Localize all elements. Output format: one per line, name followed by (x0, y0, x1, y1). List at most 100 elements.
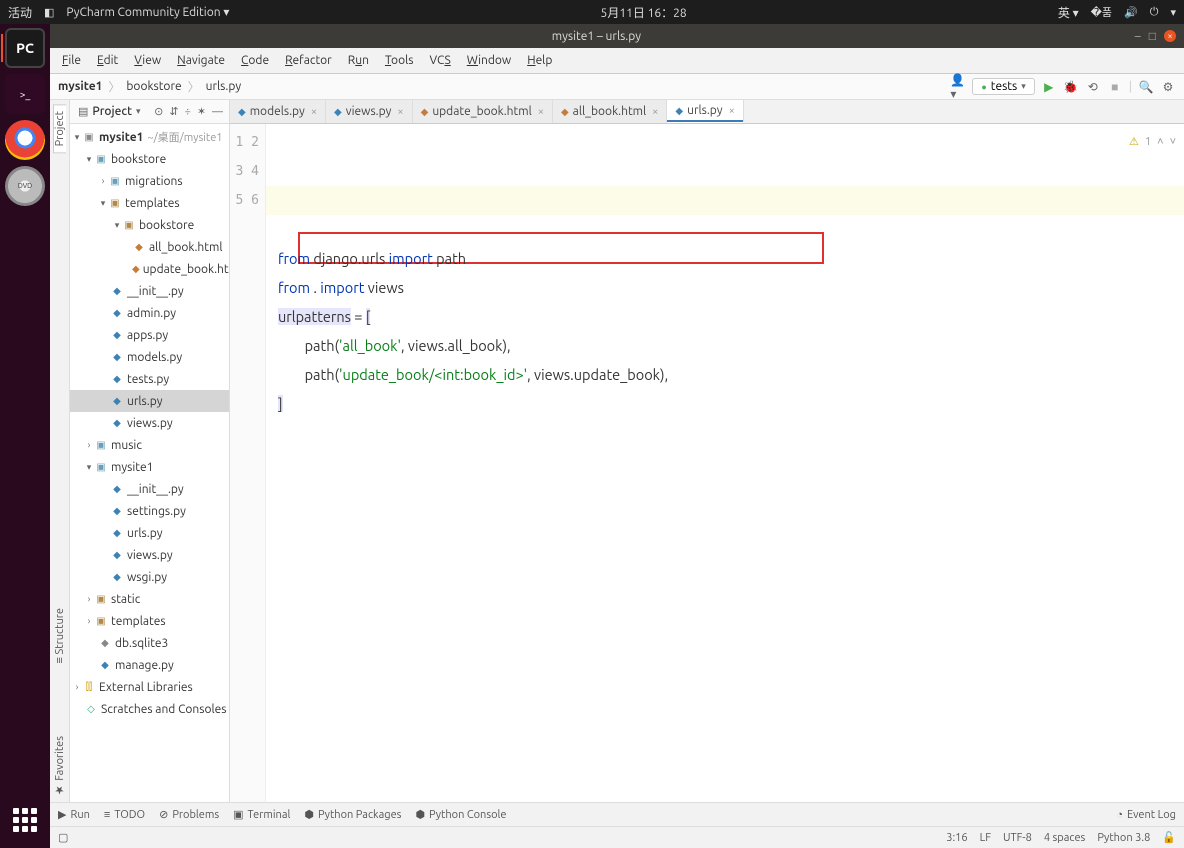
tree-scratches[interactable]: ◇Scratches and Consoles (70, 698, 229, 720)
chevron-down-icon[interactable]: ▾ (136, 106, 141, 117)
add-user-icon[interactable]: 👤▾ (950, 79, 966, 95)
launcher-pycharm[interactable]: PC (5, 28, 45, 68)
activities-button[interactable]: 活动 (8, 4, 32, 21)
tree-dir-templates[interactable]: ▾▣templates (70, 192, 229, 214)
close-icon[interactable]: × (397, 106, 403, 118)
show-applications-button[interactable] (0, 800, 50, 840)
lock-icon[interactable]: 🔓 (1162, 831, 1176, 844)
tab-models[interactable]: ◆models.py× (230, 100, 326, 123)
tab-views[interactable]: ◆views.py× (326, 100, 413, 123)
debug-button[interactable]: 🐞 (1063, 79, 1079, 95)
menu-edit[interactable]: Edit (91, 52, 124, 69)
bottom-python-packages[interactable]: ⬢Python Packages (304, 808, 401, 821)
window-close-button[interactable]: × (1164, 30, 1176, 42)
tree-file-db[interactable]: ◆db.sqlite3 (70, 632, 229, 654)
collapse-all-icon[interactable]: ÷ (185, 106, 191, 118)
tree-external-libraries[interactable]: ›⫿⫿External Libraries (70, 676, 229, 698)
sidetab-favorites[interactable]: ★ Favorites (53, 730, 66, 802)
project-tree[interactable]: ▾▣mysite1~/桌面/mysite1 ▾▣bookstore ›▣migr… (70, 124, 229, 802)
menu-file[interactable]: File (56, 52, 87, 69)
status-position[interactable]: 3:16 (946, 832, 967, 844)
tree-dir-bookstore[interactable]: ▾▣bookstore (70, 148, 229, 170)
tree-file-views2[interactable]: ◆views.py (70, 544, 229, 566)
tab-update-book-html[interactable]: ◆update_book.html× (413, 100, 553, 123)
tree-file-manage[interactable]: ◆manage.py (70, 654, 229, 676)
stop-button[interactable]: ■ (1107, 79, 1123, 95)
bottom-event-log[interactable]: ◔Event Log (1116, 809, 1176, 821)
launcher-dvd[interactable]: DVD (5, 166, 45, 206)
tree-file-apps[interactable]: ◆apps.py (70, 324, 229, 346)
close-icon[interactable]: × (729, 105, 735, 117)
menu-tools[interactable]: Tools (379, 52, 420, 69)
window-maximize-button[interactable]: □ (1149, 29, 1156, 43)
power-icon[interactable]: ⏻ (1150, 6, 1159, 19)
menu-run[interactable]: Run (342, 52, 375, 69)
tree-dir-music[interactable]: ›▣music (70, 434, 229, 456)
sidetab-structure[interactable]: ≡ Structure (54, 602, 66, 669)
input-method-indicator[interactable]: 英 ▾ (1058, 4, 1079, 21)
status-line-separator[interactable]: LF (980, 832, 991, 844)
breadcrumb-folder[interactable]: bookstore (126, 80, 181, 93)
menu-window[interactable]: Window (461, 52, 517, 69)
tree-dir-mysite1[interactable]: ▾▣mysite1 (70, 456, 229, 478)
menu-view[interactable]: View (128, 52, 167, 69)
bottom-python-console[interactable]: ⬢Python Console (415, 808, 506, 821)
run-config-selector[interactable]: ● tests ▾ (972, 78, 1034, 95)
tree-file-all-book-html[interactable]: ◆all_book.html (70, 236, 229, 258)
tree-file-views[interactable]: ◆views.py (70, 412, 229, 434)
bottom-terminal[interactable]: ▣Terminal (233, 808, 290, 821)
tree-root[interactable]: ▾▣mysite1~/桌面/mysite1 (70, 126, 229, 148)
hide-icon[interactable]: — (212, 106, 223, 118)
tree-file-models[interactable]: ◆models.py (70, 346, 229, 368)
status-indent[interactable]: 4 spaces (1044, 832, 1086, 844)
menu-code[interactable]: Code (235, 52, 275, 69)
tree-file-wsgi[interactable]: ◆wsgi.py (70, 566, 229, 588)
launcher-terminal[interactable]: >_ (5, 74, 45, 114)
breadcrumb-file[interactable]: urls.py (206, 80, 241, 93)
tree-file-urls[interactable]: ◆urls.py (70, 390, 229, 412)
tree-dir-bookstore-tpl[interactable]: ▾▣bookstore (70, 214, 229, 236)
run-with-coverage-button[interactable]: ⟲ (1085, 79, 1101, 95)
expand-all-icon[interactable]: ⇵ (169, 105, 178, 118)
search-everywhere-button[interactable]: 🔍 (1138, 79, 1154, 95)
menu-navigate[interactable]: Navigate (171, 52, 231, 69)
clock[interactable]: 5月11日 16：28 (229, 4, 1058, 21)
line-gutter[interactable]: 1 2 3 4 5 6 (230, 124, 266, 802)
tree-file-update-book-html[interactable]: ◆update_book.html (70, 258, 229, 280)
chevron-down-icon[interactable]: ˅ (1170, 128, 1176, 157)
editor-indicators[interactable]: ⚠1˄˅ (1129, 128, 1176, 157)
status-encoding[interactable]: UTF-8 (1003, 832, 1032, 844)
tree-dir-static[interactable]: ›▣static (70, 588, 229, 610)
app-name-label[interactable]: PyCharm Community Edition ▾ (66, 5, 229, 19)
editor-body[interactable]: 1 2 3 4 5 6 ⚠1˄˅ from django.urls import… (230, 124, 1184, 802)
menu-help[interactable]: Help (521, 52, 558, 69)
menu-vcs[interactable]: VCS (423, 52, 456, 69)
sidetab-project[interactable]: Project (53, 104, 66, 153)
tab-urls[interactable]: ◆urls.py× (667, 100, 743, 123)
tree-dir-templates-root[interactable]: ›▣templates (70, 610, 229, 632)
code-area[interactable]: ⚠1˄˅ from django.urls import path from .… (266, 124, 1184, 802)
close-icon[interactable]: × (652, 106, 658, 118)
launcher-chrome[interactable] (5, 120, 45, 160)
close-icon[interactable]: × (311, 106, 317, 118)
status-python[interactable]: Python 3.8 (1097, 832, 1150, 844)
tree-file-urls2[interactable]: ◆urls.py (70, 522, 229, 544)
bottom-todo[interactable]: ≡TODO (104, 809, 145, 821)
tree-file-init2[interactable]: ◆__init__.py (70, 478, 229, 500)
tab-all-book-html[interactable]: ◆all_book.html× (553, 100, 667, 123)
tree-file-tests[interactable]: ◆tests.py (70, 368, 229, 390)
tree-file-settings[interactable]: ◆settings.py (70, 500, 229, 522)
tree-file-admin[interactable]: ◆admin.py (70, 302, 229, 324)
breadcrumb-root[interactable]: mysite1 (58, 80, 102, 93)
status-quicklist-icon[interactable]: ▢ (58, 831, 68, 844)
tree-file-init[interactable]: ◆__init__.py (70, 280, 229, 302)
network-icon[interactable]: �품 (1091, 4, 1112, 20)
bottom-run[interactable]: ▶Run (58, 808, 90, 821)
window-minimize-button[interactable]: – (1135, 30, 1141, 43)
settings-icon[interactable]: ✶ (197, 105, 206, 118)
run-button[interactable]: ▶ (1041, 79, 1057, 95)
chevron-up-icon[interactable]: ˄ (1157, 128, 1163, 157)
project-header-title[interactable]: Project (92, 105, 132, 118)
target-icon[interactable]: ⊙ (154, 105, 163, 118)
ide-settings-button[interactable]: ⚙ (1160, 79, 1176, 95)
